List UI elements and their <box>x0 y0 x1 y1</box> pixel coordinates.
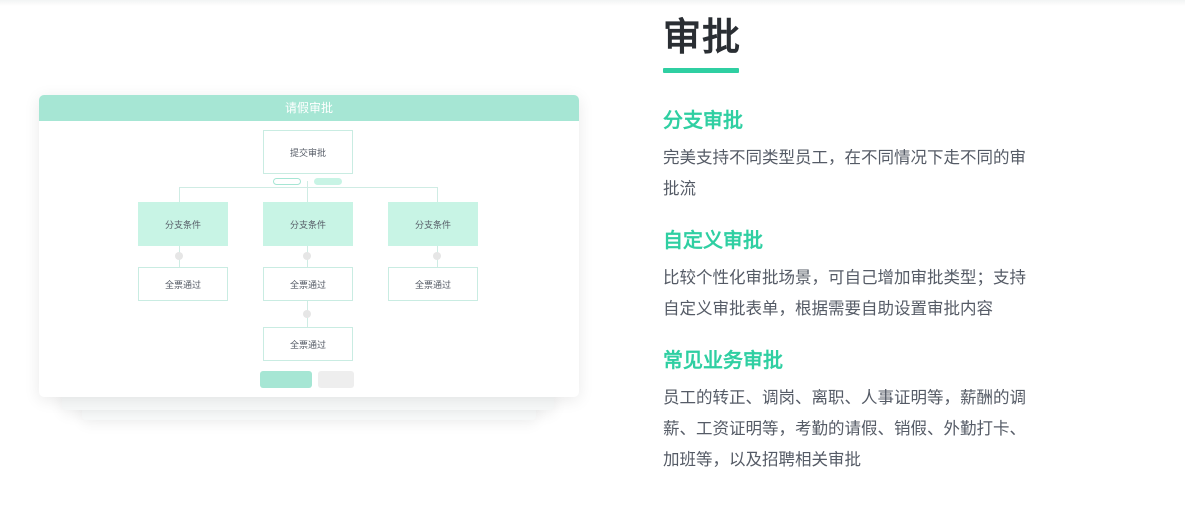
connector-dot <box>303 252 311 260</box>
connector-line <box>179 187 180 202</box>
connector-line <box>437 187 438 202</box>
desc-line: 自定义审批表单，根据需要自助设置审批内容 <box>663 299 993 318</box>
approval-flow-mockup: 请假审批 提交审批 分支条件 分支条件 分支条件 全票通过 全票通过 全票通过 … <box>39 95 579 397</box>
add-branch-pill <box>314 178 342 185</box>
desc-line: 批流 <box>663 179 696 198</box>
feature-title-branch-approval: 分支审批 <box>663 108 743 132</box>
feature-title-common-approval: 常见业务审批 <box>663 348 783 372</box>
desc-line: 员工的转正、调岗、离职、人事证明等，薪酬的调 <box>663 388 1026 407</box>
branch-condition-node: 分支条件 <box>263 202 353 246</box>
submit-approval-node: 提交审批 <box>263 130 353 174</box>
branch-condition-node: 分支条件 <box>388 202 478 246</box>
desc-line: 加班等，以及招聘相关审批 <box>663 450 861 469</box>
desc-line: 薪、工资证明等，考勤的请假、销假、外勤打卡、 <box>663 419 1026 438</box>
desc-line: 比较个性化审批场景，可自己增加审批类型；支持 <box>663 268 1026 287</box>
connector-dot <box>303 310 311 318</box>
result-node: 全票通过 <box>388 267 478 301</box>
final-result-node: 全票通过 <box>263 327 353 361</box>
top-divider <box>0 0 1185 6</box>
feature-title-custom-approval: 自定义审批 <box>663 228 763 252</box>
mockup-confirm-button <box>260 371 312 388</box>
connector-dot <box>433 252 441 260</box>
result-node: 全票通过 <box>263 267 353 301</box>
section-title: 审批 <box>663 15 742 59</box>
feature-desc-custom-approval: 比较个性化审批场景，可自己增加审批类型；支持 自定义审批表单，根据需要自助设置审… <box>663 262 1068 324</box>
mockup-body: 提交审批 分支条件 分支条件 分支条件 全票通过 全票通过 全票通过 全票通过 <box>39 121 579 397</box>
mockup-header: 请假审批 <box>39 95 579 121</box>
result-node: 全票通过 <box>138 267 228 301</box>
add-node-pill <box>273 178 301 185</box>
branch-condition-node: 分支条件 <box>138 202 228 246</box>
connector-line <box>179 187 437 188</box>
feature-desc-branch-approval: 完美支持不同类型员工，在不同情况下走不同的审 批流 <box>663 142 1068 204</box>
connector-dot <box>175 252 183 260</box>
title-underline <box>663 68 739 73</box>
desc-line: 完美支持不同类型员工，在不同情况下走不同的审 <box>663 148 1026 167</box>
mockup-cancel-button <box>318 371 354 388</box>
feature-desc-common-approval: 员工的转正、调岗、离职、人事证明等，薪酬的调 薪、工资证明等，考勤的请假、销假、… <box>663 382 1068 475</box>
